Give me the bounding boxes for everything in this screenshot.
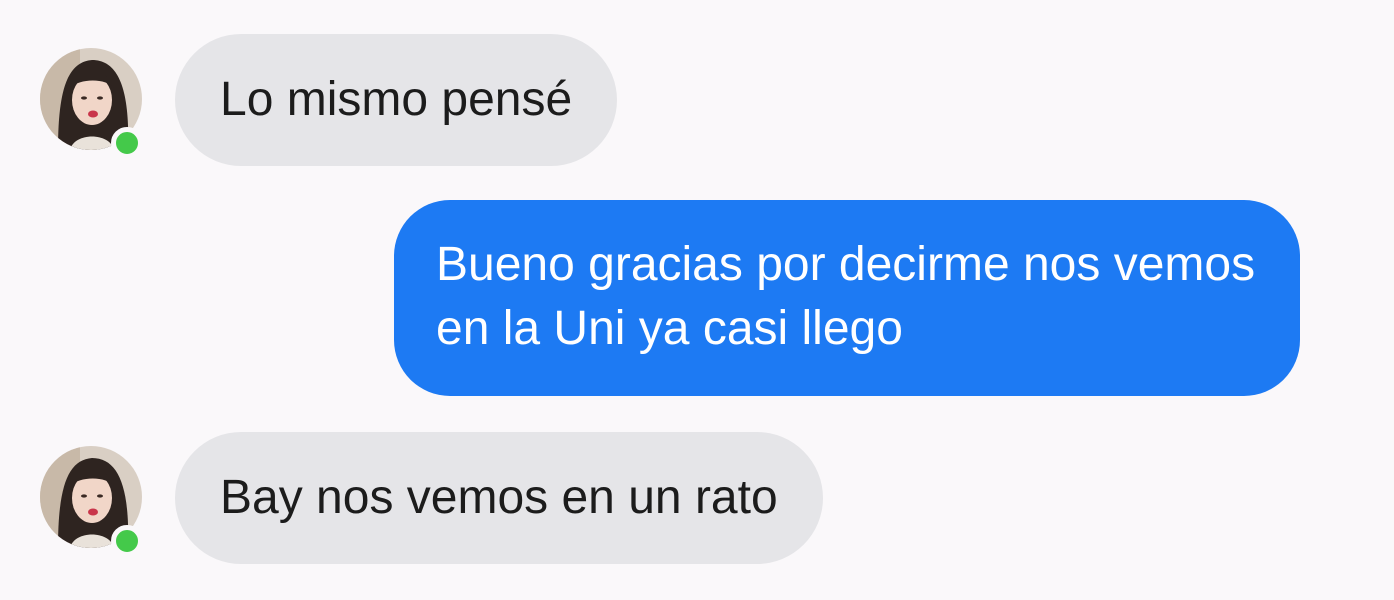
incoming-message-bubble[interactable]: Bay nos vemos en un rato: [175, 432, 823, 564]
incoming-message-bubble[interactable]: Lo mismo pensé: [175, 34, 618, 166]
message-text: Lo mismo pensé: [220, 73, 573, 126]
online-status-dot: [111, 127, 143, 159]
message-text: Bueno gracias por decirme nos vemos en l…: [436, 238, 1256, 355]
online-status-dot: [111, 525, 143, 557]
message-text: Bay nos vemos en un rato: [220, 471, 778, 524]
outgoing-message-bubble[interactable]: Bueno gracias por decirme nos vemos en l…: [394, 200, 1300, 396]
